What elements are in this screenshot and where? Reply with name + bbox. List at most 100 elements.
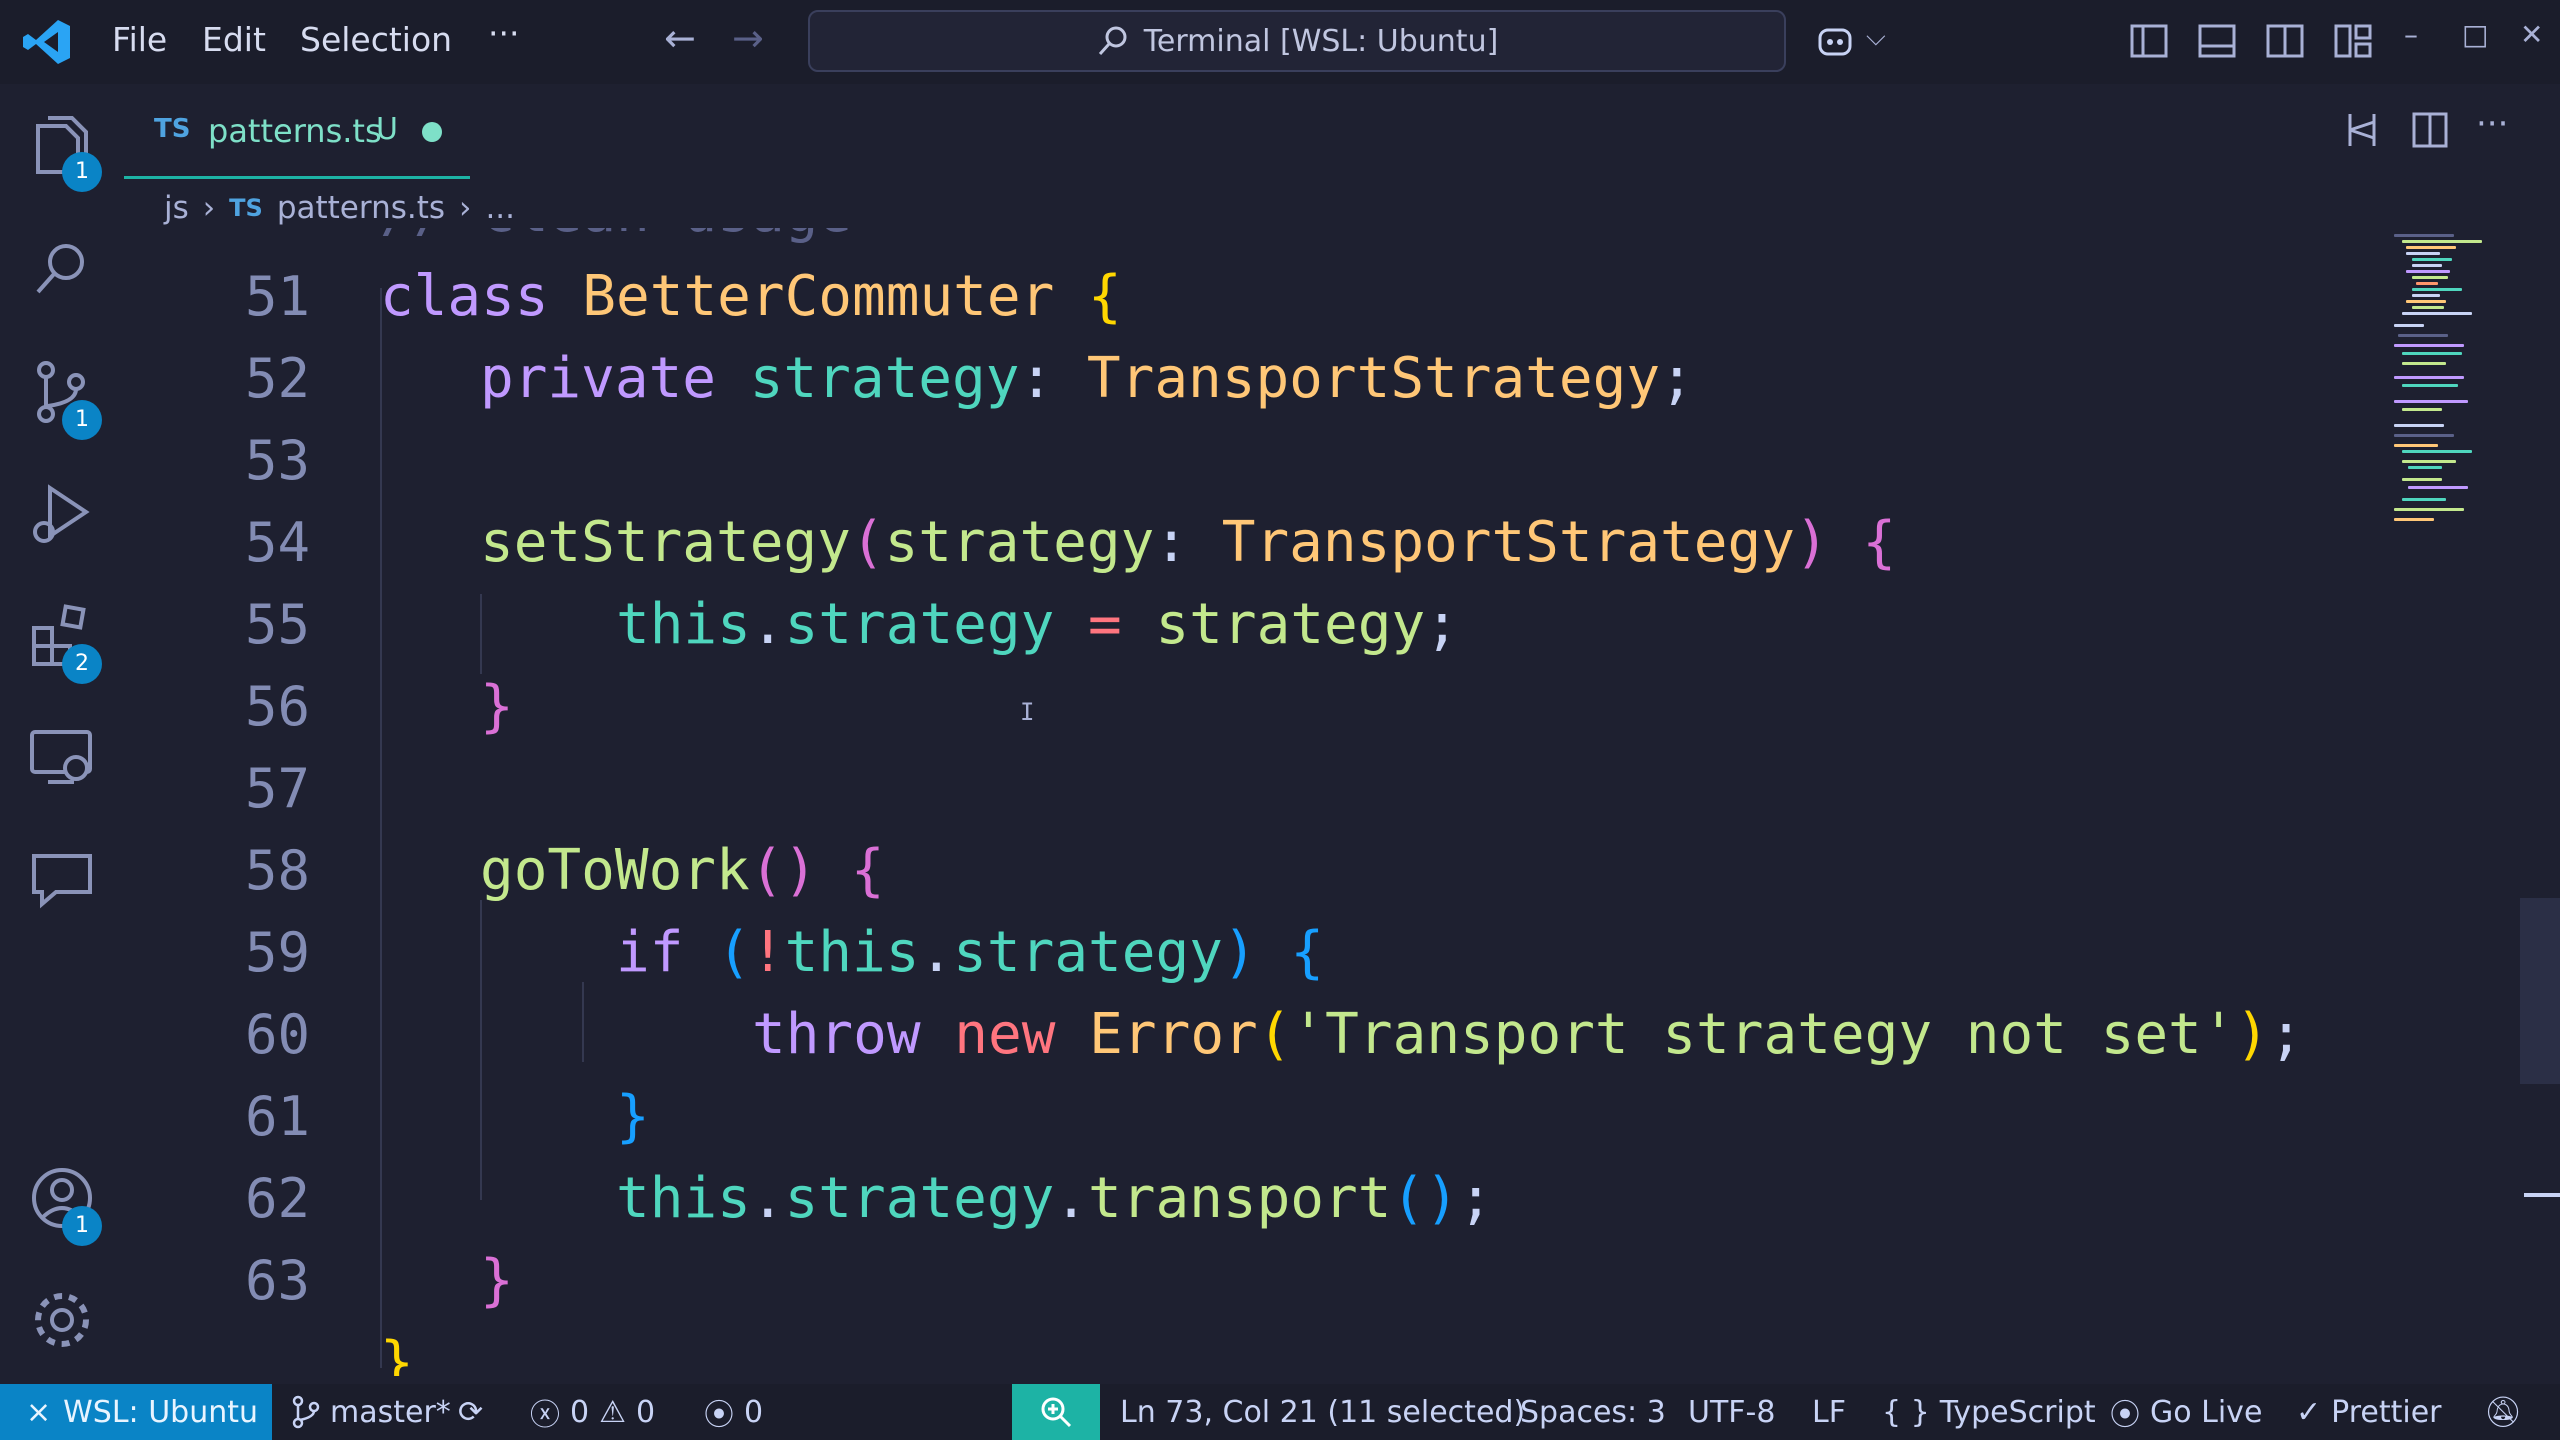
search-button[interactable] [26,234,98,306]
branch-label: master* [330,1394,451,1430]
remote-explorer-button[interactable] [26,722,98,794]
vertical-scrollbar-thumb[interactable] [2520,898,2560,1084]
open-changes-icon[interactable] [2340,108,2384,152]
code-text: class BetterCommuter { [380,264,1122,329]
more-actions-icon[interactable]: ··· [2476,104,2508,144]
indentation[interactable]: Spaces: 3 [1520,1384,1666,1440]
line-number: 51 [244,265,310,328]
line-number: 55 [244,593,310,656]
line-number: 57 [244,757,310,820]
code-line: 62 this.strategy.transport(); [124,1158,2404,1240]
breadcrumb-file[interactable]: patterns.ts [277,190,445,226]
minimize-button[interactable]: – [2404,18,2418,51]
code-line: // Clean usage [124,228,2404,254]
prettier-label: Prettier [2331,1394,2442,1430]
code-line: 52 private strategy: TransportStrategy; [124,338,2404,420]
encoding[interactable]: UTF-8 [1688,1384,1775,1440]
menu-file[interactable]: File [112,20,167,59]
tab-patterns-ts[interactable]: TS patterns.ts U [124,84,470,179]
remote-label: WSL: Ubuntu [63,1394,259,1430]
maximize-button[interactable]: □ [2462,18,2488,51]
extensions-button[interactable]: 2 [26,600,102,684]
code-text: this.strategy.transport(); [616,1166,1493,1231]
remote-indicator[interactable]: ⨯ WSL: Ubuntu [0,1384,272,1440]
zoom-button[interactable] [1012,1384,1100,1440]
go-live-label: Go Live [2150,1394,2263,1430]
language-label: TypeScript [1939,1394,2096,1430]
ports-indicator[interactable]: ⦿ 0 [704,1384,763,1440]
line-number: 61 [244,1085,310,1148]
unsaved-dot-icon[interactable] [422,122,442,142]
menu-selection[interactable]: Selection [300,20,452,59]
mouse-cursor-ibeam-icon: I [1020,698,1035,726]
line-number: 62 [244,1167,310,1230]
code-text: throw new Error('Transport strategy not … [752,1002,2303,1067]
menu-more[interactable]: ··· [488,14,519,53]
code-line: 61 } [124,1076,2404,1158]
toggle-secondary-sidebar-icon[interactable] [2264,20,2306,62]
ports-count: 0 [744,1394,764,1430]
breadcrumb-folder[interactable]: js [164,190,189,226]
chevron-right-icon: › [459,190,472,226]
toggle-primary-sidebar-icon[interactable] [2128,20,2170,62]
code-editor[interactable]: // Clean usage 51 class BetterCommuter {… [124,228,2404,1376]
split-editor-icon[interactable] [2408,108,2452,152]
back-arrow-icon[interactable]: ← [664,16,696,60]
cursor-position[interactable]: Ln 73, Col 21 (11 selected) [1120,1384,1525,1440]
accounts-button[interactable]: 1 [26,1162,102,1246]
code-line: 57 [124,748,2404,830]
prettier-button[interactable]: ✓ Prettier [2296,1384,2442,1440]
line-number: 60 [244,1003,310,1066]
indentation-label: Spaces: 3 [1520,1394,1666,1430]
command-center[interactable]: Terminal [WSL: Ubuntu] [808,10,1786,72]
gear-icon [35,1293,89,1347]
code-line: 53 [124,420,2404,502]
copilot-icon[interactable] [1814,20,1860,62]
branch-indicator[interactable]: master* [292,1384,451,1440]
minimap[interactable] [2392,228,2502,528]
run-debug-button[interactable] [26,478,98,550]
code-line: 58 goToWork() { [124,830,2404,912]
chat-icon [32,854,92,909]
go-live-button[interactable]: ⦿ Go Live [2110,1384,2262,1440]
warning-count: 0 [636,1394,656,1430]
line-number: 52 [244,347,310,410]
language-mode[interactable]: { } TypeScript [1882,1384,2096,1440]
zoom-in-icon [1041,1397,1072,1428]
sync-button[interactable]: ⟳ [458,1384,483,1440]
manage-button[interactable] [26,1284,98,1356]
code-line: } [124,1322,2404,1376]
chevron-right-icon: › [202,190,216,226]
line-number: 53 [244,429,310,492]
line-number: 56 [244,675,310,738]
source-control-badge: 1 [62,400,102,440]
breadcrumb: js › TS patterns.ts › ... [164,186,515,230]
close-button[interactable]: ✕ [2520,18,2543,51]
breadcrumb-symbol[interactable]: ... [485,190,515,226]
title-bar: File Edit Selection ··· ← → Terminal [WS… [0,0,2560,84]
tab-untracked-status: U [376,112,398,147]
chat-button[interactable] [26,844,98,916]
encoding-label: UTF-8 [1688,1394,1776,1430]
problems-indicator[interactable]: ⓧ 0 ⚠ 0 [530,1384,655,1440]
line-number: 58 [244,839,310,902]
search-icon [36,244,84,294]
code-text: goToWork() { [480,838,885,903]
notifications-button[interactable]: 🔕︎ [2484,1384,2522,1440]
toggle-panel-icon[interactable] [2196,20,2238,62]
eol-label: LF [1812,1394,1846,1430]
code-line: 59 if (!this.strategy) { [124,912,2404,994]
explorer-button[interactable]: 1 [26,112,102,192]
menu-edit[interactable]: Edit [202,20,266,59]
check-all-icon: ✓ [2296,1394,2322,1430]
end-of-line[interactable]: LF [1812,1384,1846,1440]
chevron-down-icon[interactable]: ⌵ [1866,22,1886,53]
customize-layout-icon[interactable] [2332,20,2374,62]
code-text: } [380,1330,414,1376]
forward-arrow-icon[interactable]: → [732,16,764,60]
bell-slash-icon: 🔕︎ [2484,1394,2523,1430]
source-control-button[interactable]: 1 [26,356,102,440]
code-line: 54 setStrategy(strategy: TransportStrate… [124,502,2404,584]
braces-icon: { } [1882,1394,1930,1430]
cursor-position-label: Ln 73, Col 21 (11 selected) [1120,1394,1526,1430]
